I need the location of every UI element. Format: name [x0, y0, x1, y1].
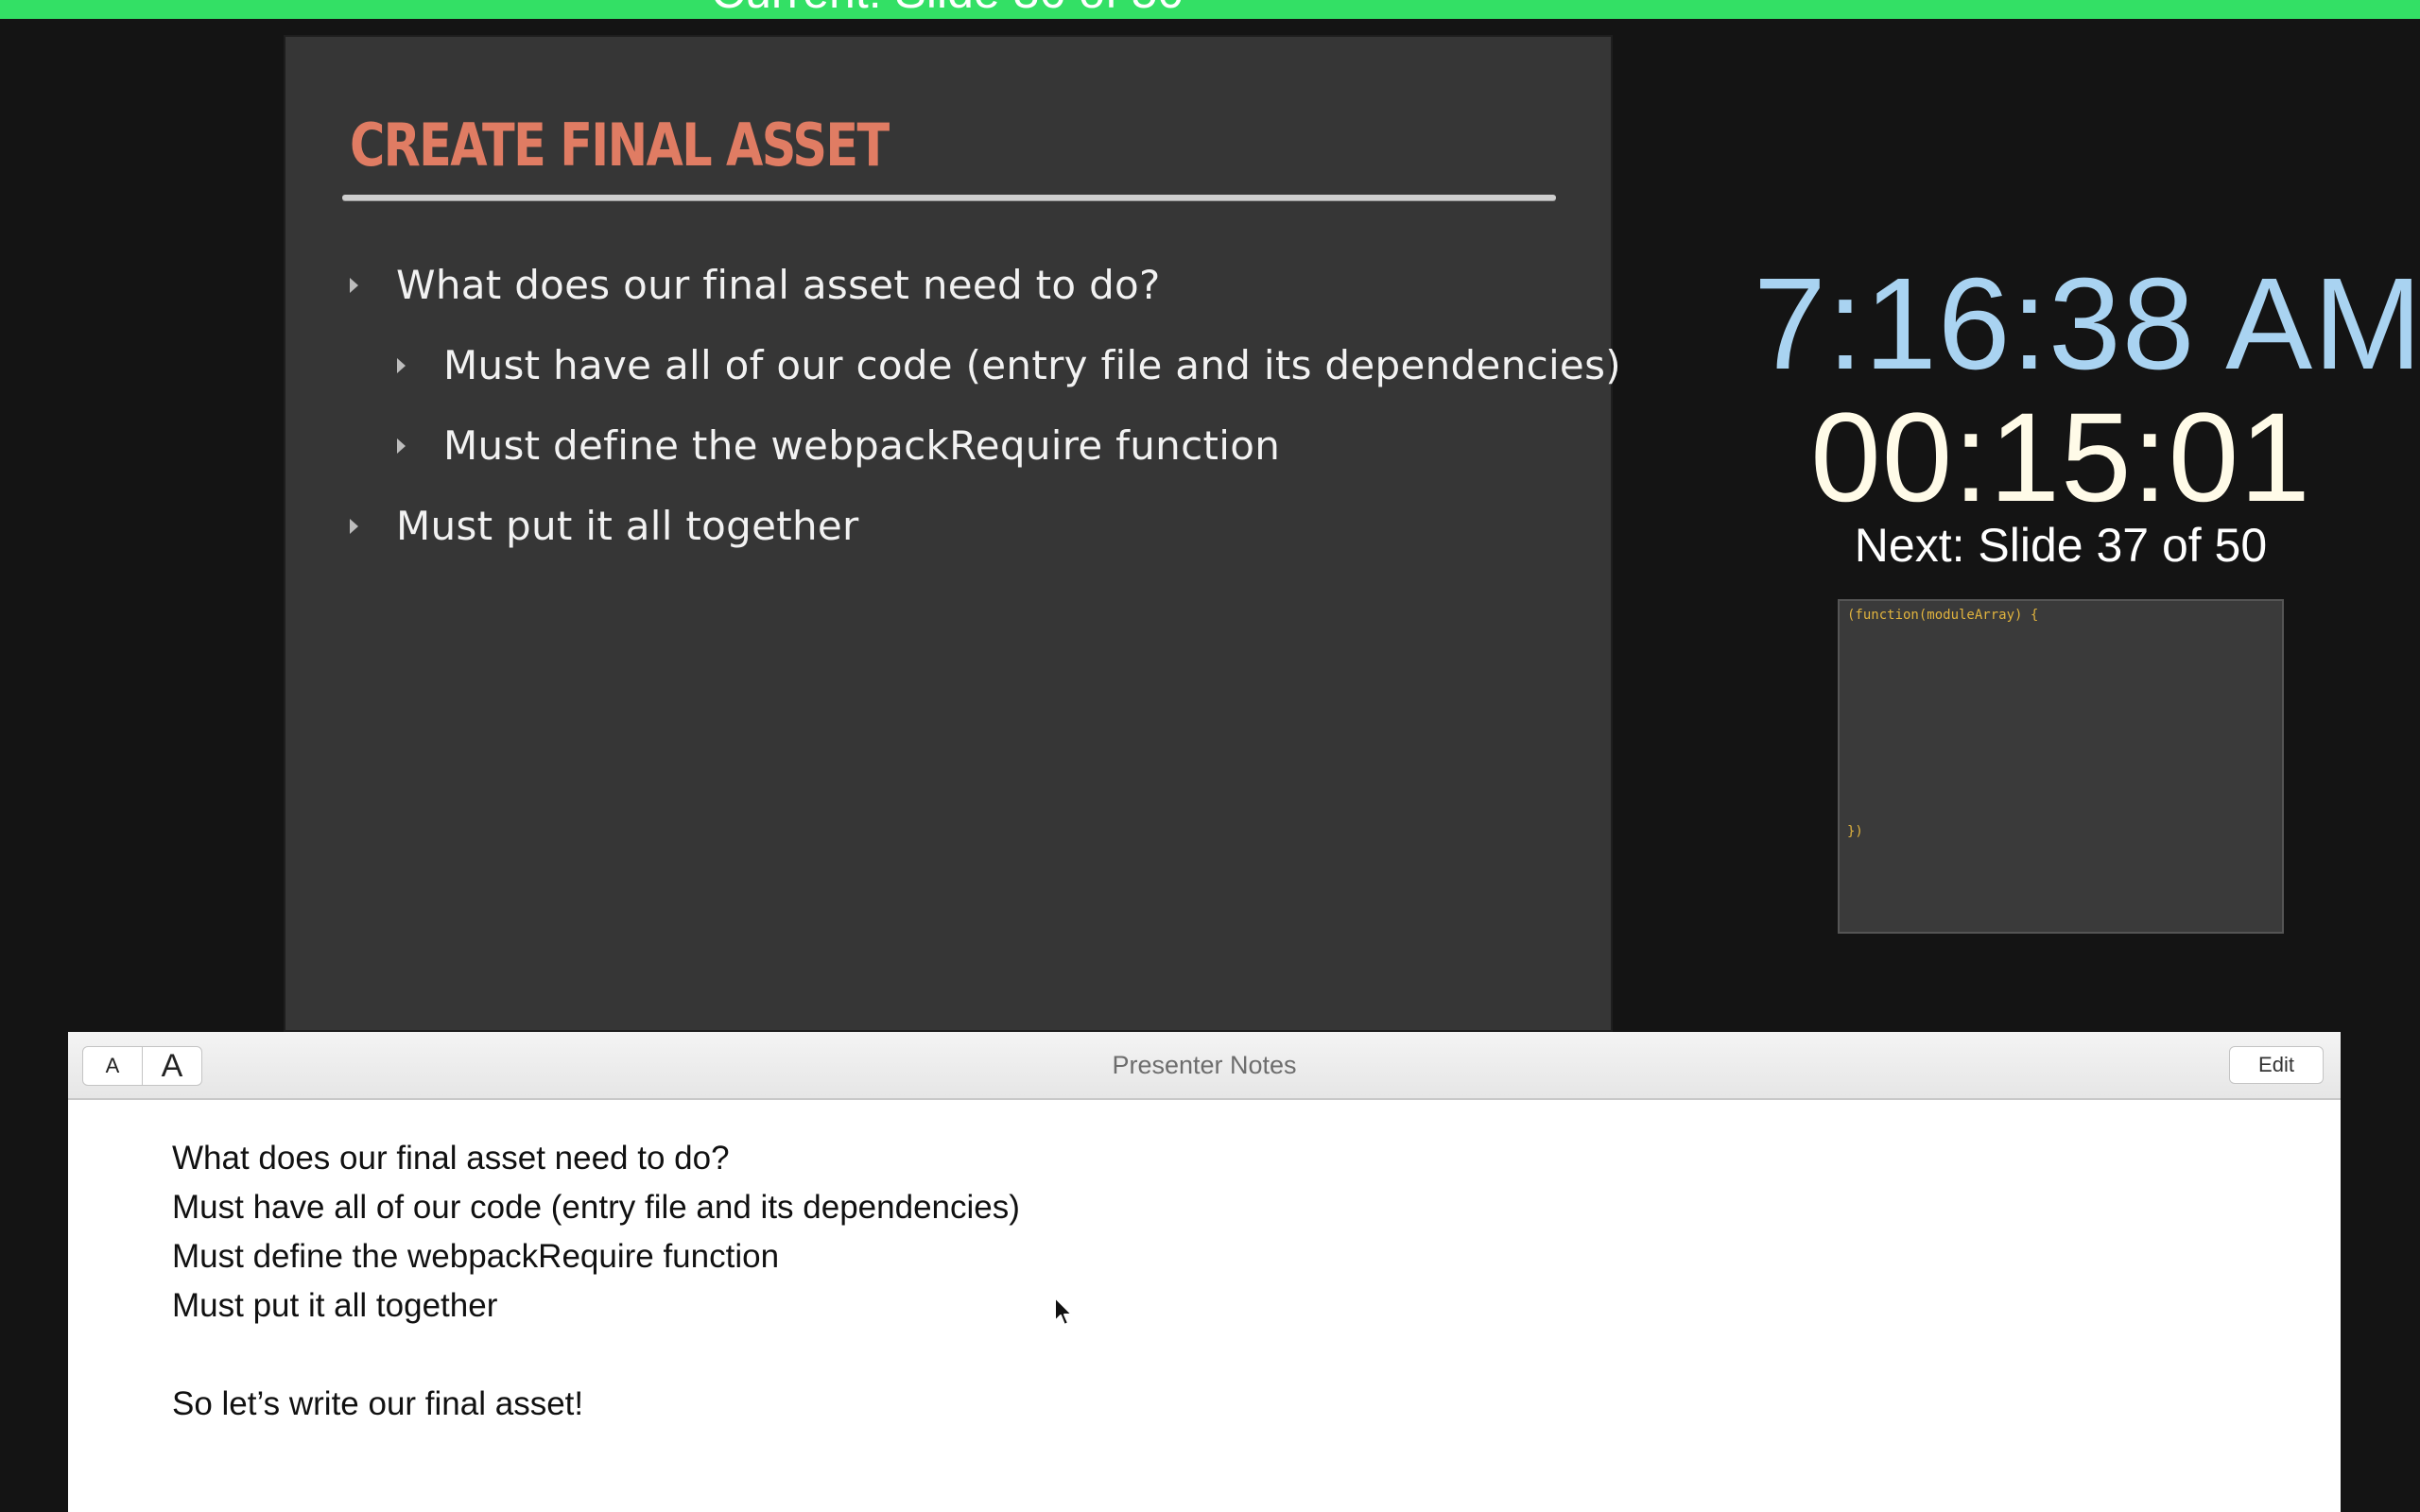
bullet-triangle-icon	[397, 438, 406, 454]
presenter-notes-panel: A A Presenter Notes Edit What does our f…	[68, 1032, 2341, 1512]
bullet-text: Must put it all together	[396, 503, 859, 549]
notes-title: Presenter Notes	[1112, 1051, 1297, 1079]
current-slide-banner: Current: Slide 36 of 50	[0, 0, 2420, 19]
bullet-triangle-icon	[350, 518, 358, 534]
slide-sub-bullet: Must have all of our code (entry file an…	[397, 342, 1621, 388]
notes-line: What does our final asset need to do?	[172, 1140, 730, 1177]
bullet-text: Must define the webpackRequire function	[443, 422, 1281, 469]
notes-toolbar: A A Presenter Notes Edit	[68, 1032, 2341, 1100]
next-slide-code-line: (function(moduleArray) {	[1847, 608, 2039, 623]
notes-line: Must put it all together	[172, 1287, 498, 1324]
bullet-text: Must have all of our code (entry file an…	[443, 342, 1621, 388]
next-slide-label: Next: Slide 37 of 50	[1854, 519, 2268, 572]
edit-notes-button[interactable]: Edit	[2229, 1046, 2324, 1084]
bullet-triangle-icon	[350, 277, 358, 293]
presenter-display: Current: Slide 36 of 50 CREATE FINAL ASS…	[0, 0, 2420, 1512]
title-underline	[342, 195, 1556, 200]
notes-text[interactable]: What does our final asset need to do? Mu…	[172, 1134, 1020, 1429]
next-slide-preview: (function(moduleArray) { })	[1838, 599, 2284, 934]
notes-line: So let’s write our final asset!	[172, 1385, 584, 1422]
elapsed-timer[interactable]: 00:15:01	[1777, 386, 2344, 530]
bullet-triangle-icon	[397, 357, 406, 373]
slide-bullet: Must put it all together	[350, 503, 859, 549]
mouse-pointer-icon	[1054, 1297, 1073, 1326]
current-slide-counter: Current: Slide 36 of 50	[711, 0, 1184, 19]
notes-line: Must define the webpackRequire function	[172, 1238, 780, 1275]
notes-line: Must have all of our code (entry file an…	[172, 1189, 1020, 1226]
slide-bullet: What does our final asset need to do?	[350, 262, 1161, 308]
notes-blank-line	[172, 1331, 1020, 1380]
next-slide-code-line: })	[1847, 824, 1863, 839]
slide-sub-bullet: Must define the webpackRequire function	[397, 422, 1280, 469]
slide-title: CREATE FINAL ASSET	[350, 111, 890, 180]
bullet-text: What does our final asset need to do?	[396, 262, 1161, 308]
current-slide: CREATE FINAL ASSET What does our final a…	[284, 35, 1621, 1032]
current-time-clock: 7:16:38 AM	[1754, 251, 2420, 397]
